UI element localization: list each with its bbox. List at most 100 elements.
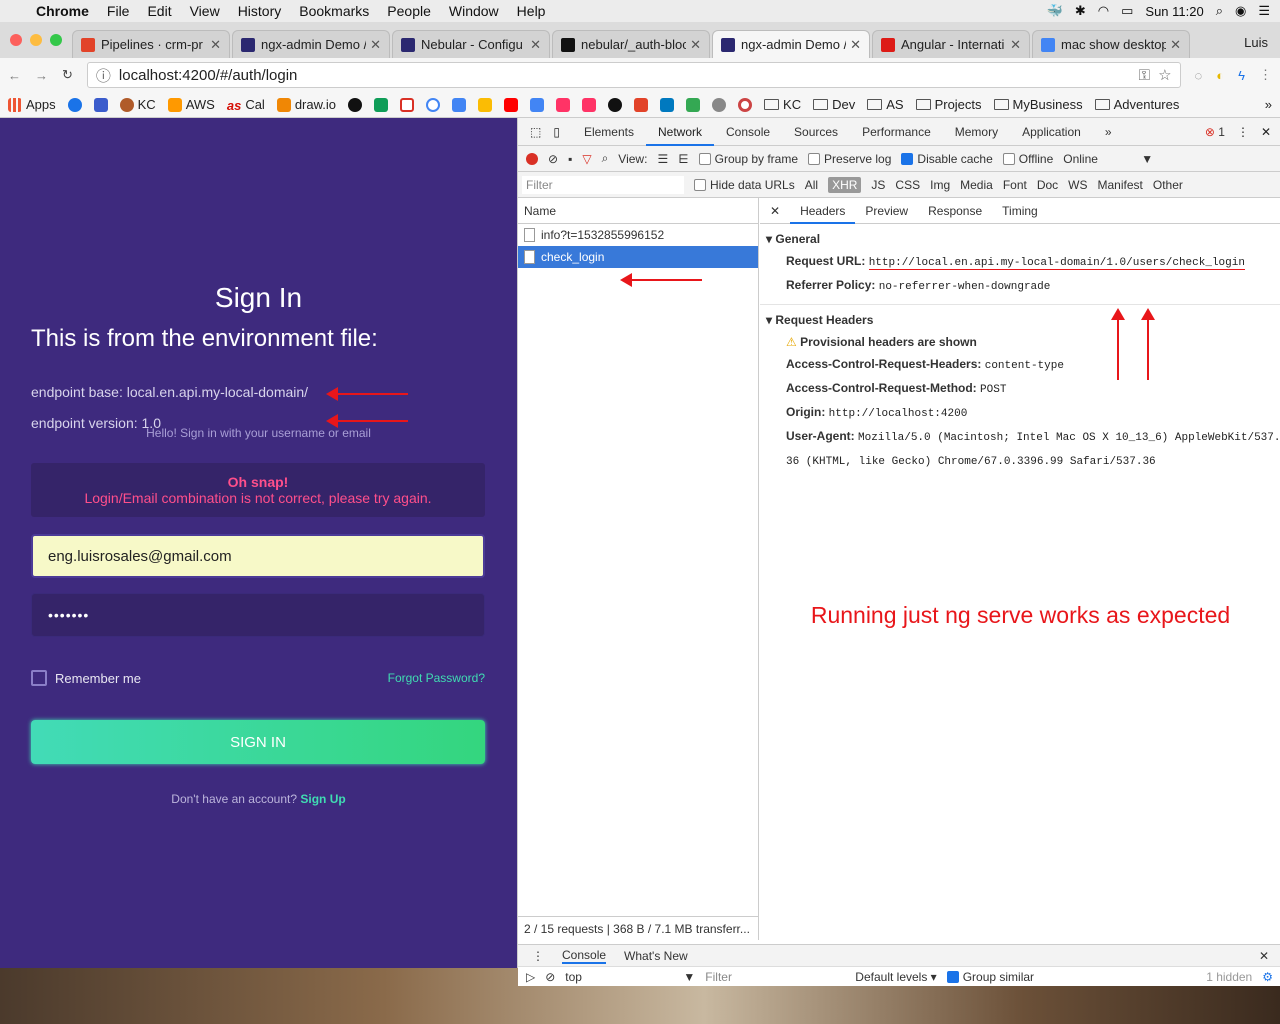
tab-performance[interactable]: Performance: [850, 118, 943, 146]
group-similar-checkbox[interactable]: Group similar: [946, 970, 1034, 984]
waterfall-icon[interactable]: ⋿: [678, 152, 688, 166]
type-manifest[interactable]: Manifest: [1098, 178, 1143, 192]
bookmark-apps[interactable]: Apps: [8, 97, 56, 112]
bookmark-gitlab[interactable]: [634, 97, 649, 112]
close-tab-icon[interactable]: ✕: [850, 37, 861, 53]
bookmark-trello[interactable]: [660, 97, 675, 112]
preserve-log-checkbox[interactable]: Preserve log: [808, 152, 891, 166]
clear-console-icon[interactable]: ⊘: [545, 970, 555, 984]
bookmark-kc[interactable]: KC: [119, 97, 156, 112]
bookmark-icon-2[interactable]: [93, 97, 108, 112]
drawer-menu-icon[interactable]: ⋮: [532, 949, 544, 963]
offline-checkbox[interactable]: Offline: [1002, 152, 1053, 166]
bookmark-youtube[interactable]: [504, 97, 519, 112]
bookmark-drawio[interactable]: draw.io: [276, 97, 336, 112]
browser-tab[interactable]: ngx-admin Demo / ✕: [232, 30, 390, 58]
error-count-icon[interactable]: ⊗ 1: [1205, 125, 1225, 139]
capture-screenshot-icon[interactable]: ▪: [568, 152, 572, 166]
type-other[interactable]: Other: [1153, 178, 1183, 192]
type-all[interactable]: All: [805, 178, 818, 192]
bookmark-sheets[interactable]: [374, 97, 389, 112]
search-icon[interactable]: ⌕: [602, 151, 609, 166]
extension-icon[interactable]: ◌: [1195, 68, 1203, 83]
bookmark-github[interactable]: [608, 97, 623, 112]
tab-console[interactable]: Console: [714, 118, 782, 146]
bookmark-ring[interactable]: [738, 97, 753, 112]
bookmark-ext[interactable]: [712, 97, 727, 112]
bookmark-folder-projects[interactable]: Projects: [915, 97, 982, 112]
extension-moon-icon[interactable]: ◐: [1216, 68, 1224, 83]
browser-tab[interactable]: Pipelines · crm-pr ✕: [72, 30, 230, 58]
bookmark-aws[interactable]: AWS: [167, 97, 215, 112]
key-icon[interactable]: ⚿: [1139, 67, 1150, 84]
bookmarks-overflow-icon[interactable]: »: [1265, 97, 1272, 112]
bookmark-folder-dev[interactable]: Dev: [813, 97, 855, 112]
tab-timing[interactable]: Timing: [992, 198, 1048, 224]
type-doc[interactable]: Doc: [1037, 178, 1058, 192]
settings-gear-icon[interactable]: ⚙: [1262, 970, 1273, 984]
back-icon[interactable]: ←: [8, 68, 21, 83]
log-levels-select[interactable]: Default levels ▾: [855, 970, 936, 984]
more-tabs-icon[interactable]: »: [1093, 118, 1124, 146]
throttling-select[interactable]: Online ▼: [1063, 152, 1153, 166]
close-devtools-icon[interactable]: ✕: [1261, 125, 1280, 139]
email-field[interactable]: eng.luisrosales@gmail.com: [31, 534, 485, 578]
browser-tab[interactable]: Nebular - Configu ✕: [392, 30, 550, 58]
sign-in-button[interactable]: SIGN IN: [31, 720, 485, 764]
inspect-icon[interactable]: ⬚: [518, 125, 547, 139]
filter-icon[interactable]: ▽: [582, 152, 591, 166]
request-row[interactable]: info?t=1532855996152: [518, 224, 758, 246]
bookmark-folder-kc[interactable]: KC: [764, 97, 801, 112]
device-toggle-icon[interactable]: ▯: [547, 125, 572, 139]
menu-app-name[interactable]: Chrome: [36, 3, 89, 19]
request-headers-section[interactable]: ▾ Request Headers: [766, 313, 1280, 327]
type-js[interactable]: JS: [871, 178, 885, 192]
bookmark-icon-1[interactable]: [67, 97, 82, 112]
general-section[interactable]: ▾ General: [766, 232, 1280, 246]
browser-tab[interactable]: Angular - Internati ✕: [872, 30, 1030, 58]
minimize-window-icon[interactable]: [30, 34, 42, 46]
filter-input[interactable]: Filter: [522, 175, 684, 194]
clear-icon[interactable]: ⊘: [548, 152, 558, 166]
request-row-selected[interactable]: check_login: [518, 246, 758, 268]
tab-memory[interactable]: Memory: [943, 118, 1010, 146]
close-detail-icon[interactable]: ✕: [760, 198, 790, 224]
bookmark-keep[interactable]: [478, 97, 493, 112]
close-tab-icon[interactable]: ✕: [1170, 37, 1181, 53]
menu-people[interactable]: People: [387, 3, 431, 19]
type-media[interactable]: Media: [960, 178, 993, 192]
context-select[interactable]: top ▼: [565, 970, 695, 984]
close-tab-icon[interactable]: ✕: [1010, 37, 1021, 53]
close-window-icon[interactable]: [10, 34, 22, 46]
close-tab-icon[interactable]: ✕: [530, 37, 541, 53]
large-rows-icon[interactable]: ☰: [657, 152, 668, 166]
close-tab-icon[interactable]: ✕: [210, 37, 221, 53]
tab-console-drawer[interactable]: Console: [562, 948, 607, 964]
bookmark-folder-adventures[interactable]: Adventures: [1094, 97, 1179, 112]
bookmark-cal[interactable]: as Cal: [227, 97, 265, 113]
browser-tab[interactable]: nebular/_auth-bloc ✕: [552, 30, 710, 58]
menu-help[interactable]: Help: [517, 3, 546, 19]
tab-application[interactable]: Application: [1010, 118, 1093, 146]
bookmark-spotify[interactable]: [348, 97, 363, 112]
docker-icon[interactable]: 🐳: [1047, 3, 1063, 19]
type-font[interactable]: Font: [1003, 178, 1027, 192]
menu-file[interactable]: File: [107, 3, 130, 19]
close-tab-icon[interactable]: ✕: [690, 37, 701, 53]
tab-whats-new[interactable]: What's New: [624, 949, 688, 963]
group-by-frame-checkbox[interactable]: Group by frame: [698, 152, 798, 166]
close-tab-icon[interactable]: ✕: [370, 37, 381, 53]
close-drawer-icon[interactable]: ✕: [1259, 949, 1280, 963]
bookmark-invision-a[interactable]: [556, 97, 571, 112]
star-icon[interactable]: ☆: [1158, 66, 1171, 84]
search-icon[interactable]: ⌕: [1216, 3, 1223, 19]
tab-response[interactable]: Response: [918, 198, 992, 224]
record-icon[interactable]: [526, 152, 538, 165]
console-filter-input[interactable]: Filter: [705, 970, 845, 984]
menu-edit[interactable]: Edit: [147, 3, 171, 19]
siri-icon[interactable]: ◉: [1235, 3, 1246, 19]
bookmark-invision[interactable]: [582, 97, 597, 112]
type-css[interactable]: CSS: [895, 178, 920, 192]
extension-bolt-icon[interactable]: ϟ: [1238, 68, 1245, 83]
bookmark-google[interactable]: [426, 97, 441, 112]
